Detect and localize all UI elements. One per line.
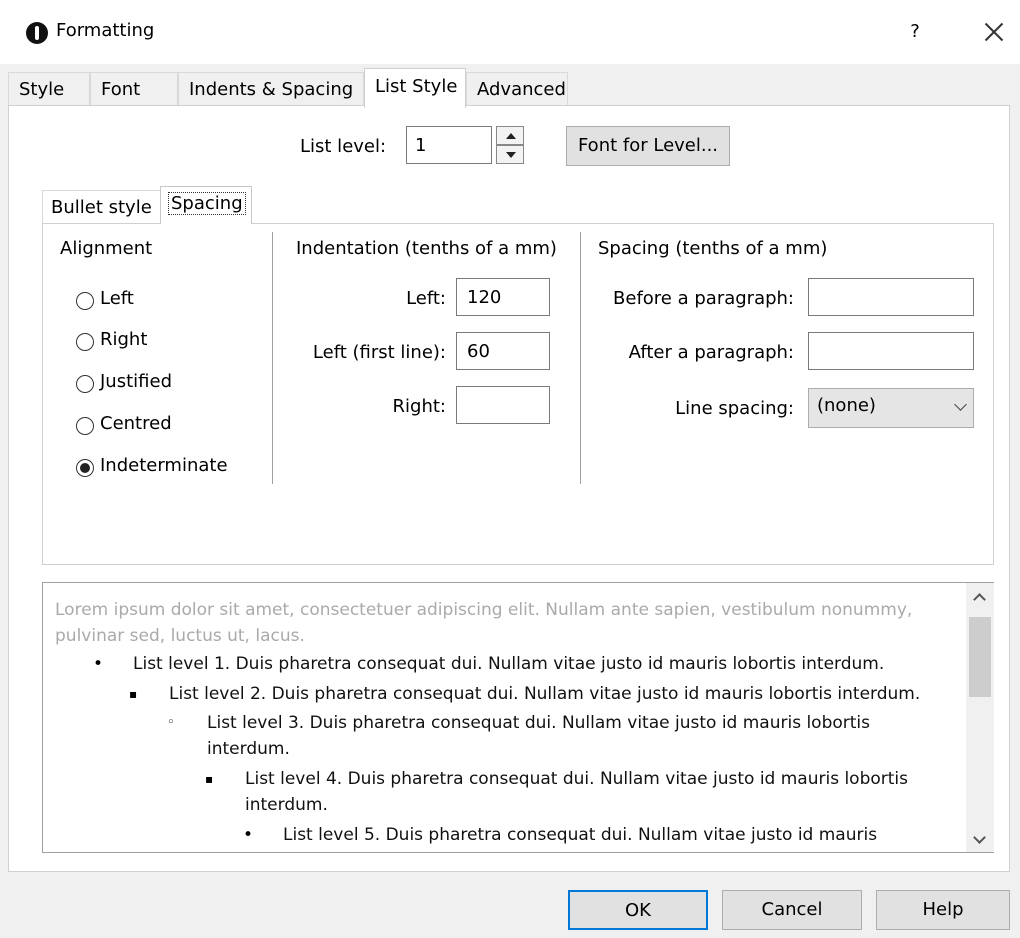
indent-first-line-label: Left (first line): [312,342,446,363]
radio-selected-icon [76,459,94,477]
spin-up-icon[interactable] [496,126,524,145]
subtab-spacing[interactable]: Spacing [160,186,252,224]
bullet-level-3: ◦ [167,715,175,730]
scroll-up-icon[interactable] [973,593,986,606]
preview-list-level-5: List level 5. Duis pharetra consequat du… [283,825,878,845]
spin-down-icon[interactable] [496,145,524,164]
indent-right-label: Right: [392,396,446,417]
indentation-title: Indentation (tenths of a mm) [296,238,557,259]
divider [580,232,581,484]
radio-label: Centred [100,413,172,434]
preview-list-level-2: List level 2. Duis pharetra consequat du… [169,684,921,704]
close-icon[interactable] [978,16,1010,48]
bullet-level-4: ▪ [205,772,214,786]
subtab-bullet-style[interactable]: Bullet style [42,190,162,224]
tab-font[interactable]: Font [90,72,178,106]
app-logo-icon [26,22,48,44]
list-level-spinner [496,126,524,164]
subtab-spacing-label: Spacing [168,192,246,215]
line-spacing-select[interactable]: (none) [808,388,974,428]
before-paragraph-input[interactable] [808,278,974,316]
list-level-input[interactable] [406,126,492,164]
cancel-button[interactable]: Cancel [722,890,862,930]
bullet-level-1: • [93,654,104,674]
formatting-dialog: Formatting ? Style Font Indents & Spacin… [0,0,1020,938]
radio-label: Right [100,329,148,350]
tab-style[interactable]: Style [8,72,90,106]
before-paragraph-label: Before a paragraph: [613,288,794,309]
title-bar: Formatting ? [0,0,1020,64]
help-question-button[interactable]: ? [900,18,930,46]
radio-circle-icon [76,375,94,393]
radio-label: Justified [100,371,172,392]
preview-list-level-4: List level 4. Duis pharetra consequat du… [245,769,909,815]
ok-button[interactable]: OK [568,890,708,930]
radio-circle-icon [76,417,94,435]
scroll-thumb[interactable] [969,617,991,697]
after-paragraph-input[interactable] [808,332,974,370]
window-title: Formatting [56,20,155,41]
radio-circle-icon [76,292,94,310]
after-paragraph-label: After a paragraph: [628,342,794,363]
radio-label: Left [100,288,134,309]
list-level-label: List level: [300,136,387,157]
line-spacing-label: Line spacing: [675,398,794,419]
bullet-level-5: • [243,825,254,845]
indent-left-label: Left: [406,288,446,309]
indent-first-line-input[interactable] [456,332,550,370]
chevron-down-icon [954,398,967,411]
radio-label: Indeterminate [100,455,228,476]
spacing-title: Spacing (tenths of a mm) [598,238,828,259]
radio-circle-icon [76,333,94,351]
tab-list-style[interactable]: List Style [364,68,466,108]
preview-list-level-1: List level 1. Duis pharetra consequat du… [133,654,885,674]
tab-advanced[interactable]: Advanced [466,72,568,106]
help-button[interactable]: Help [876,890,1010,930]
font-for-level-button[interactable]: Font for Level... [566,126,730,166]
line-spacing-value: (none) [817,395,876,416]
indent-left-input[interactable] [456,278,550,316]
preview-list-level-3: List level 3. Duis pharetra consequat du… [207,713,871,759]
divider [272,232,273,484]
indent-right-input[interactable] [456,386,550,424]
preview-lorem-text: Lorem ipsum dolor sit amet, consectetuer… [55,600,913,646]
main-tabs: Style Font Indents & Spacing List Style … [0,68,1020,108]
list-preview: Lorem ipsum dolor sit amet, consectetuer… [42,582,994,853]
scroll-down-icon[interactable] [973,831,986,844]
tab-indents-spacing[interactable]: Indents & Spacing [178,72,364,106]
alignment-title: Alignment [60,238,153,259]
preview-scrollbar[interactable] [966,583,994,852]
bullet-level-2: ▪ [129,687,138,701]
